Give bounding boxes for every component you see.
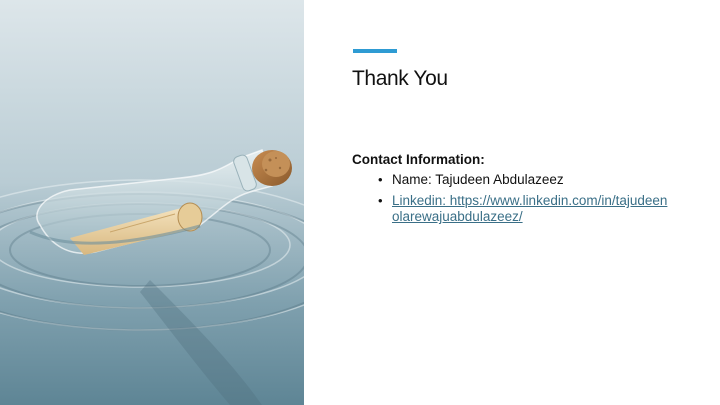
slide-title: Thank You — [352, 67, 448, 90]
linkedin-link[interactable]: Linkedin: https://www.linkedin.com/in/ta… — [392, 193, 667, 224]
contact-section: Contact Information: • Name: Tajudeen Ab… — [352, 151, 672, 230]
contact-heading: Contact Information: — [352, 152, 485, 167]
bullet-icon: • — [378, 193, 383, 208]
title-accent-bar — [353, 49, 397, 53]
slide: Thank You Contact Information: • Name: T… — [0, 0, 720, 405]
message-in-a-bottle-image — [0, 0, 304, 405]
list-item-linkedin: • Linkedin: https://www.linkedin.com/in/… — [352, 193, 672, 225]
list-item-name: • Name: Tajudeen Abdulazeez — [352, 172, 672, 188]
bullet-icon: • — [378, 172, 383, 187]
contact-list: • Name: Tajudeen Abdulazeez • Linkedin: … — [352, 172, 672, 225]
contact-name: Name: Tajudeen Abdulazeez — [392, 172, 564, 187]
